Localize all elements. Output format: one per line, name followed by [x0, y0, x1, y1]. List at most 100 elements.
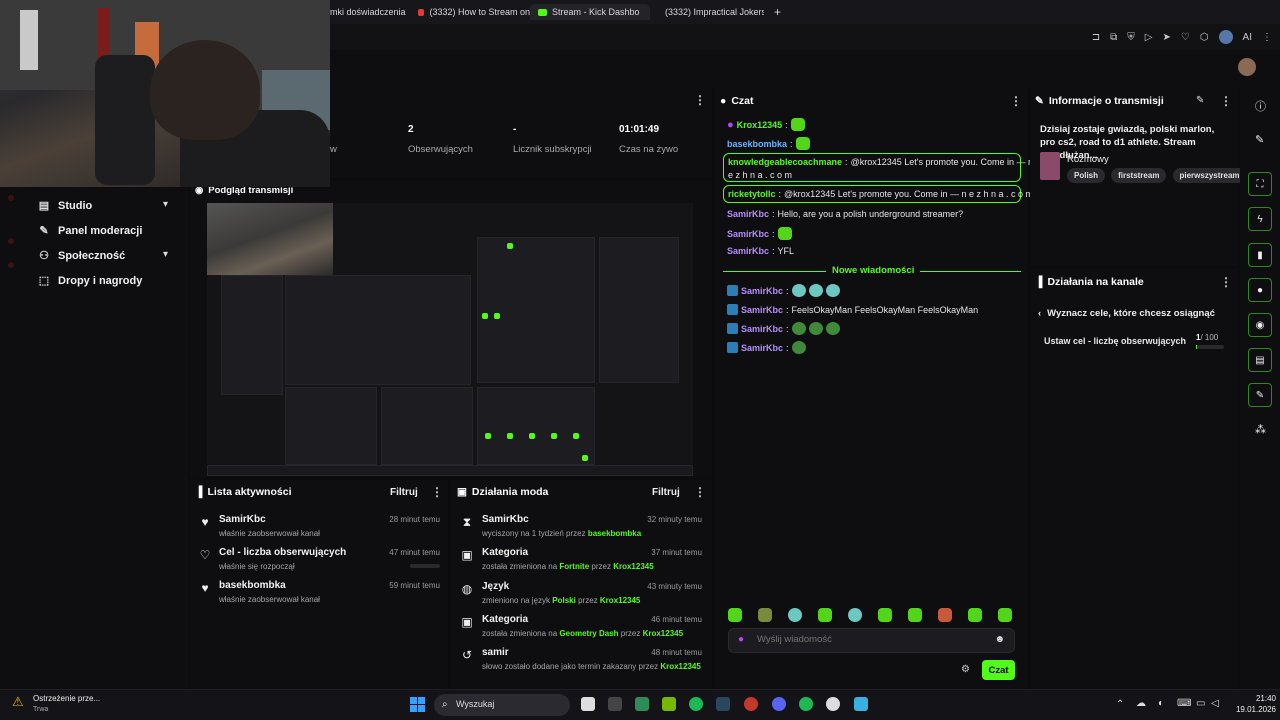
browser-tab[interactable]: (3332) Impractical Jokers	[660, 4, 764, 20]
discord-icon[interactable]	[772, 697, 786, 711]
emoji-icon[interactable]: ☻	[994, 634, 1005, 645]
chat-message: SamirKbc: YFL	[727, 246, 795, 256]
app-icon[interactable]	[635, 697, 649, 711]
chat-input[interactable]	[757, 634, 977, 645]
tray-icon[interactable]: ☁	[1136, 698, 1146, 709]
emote-button[interactable]	[758, 608, 772, 622]
info-circle-icon[interactable]: ⓘ	[1255, 98, 1266, 114]
stream-preview[interactable]	[207, 203, 693, 476]
spotify-icon[interactable]	[689, 697, 703, 711]
rail-lightning-button[interactable]: ϟ	[1248, 207, 1272, 231]
tray-chevron-icon[interactable]: ⌃	[1116, 699, 1124, 710]
emote-button[interactable]	[938, 608, 952, 622]
profile-icon[interactable]	[1218, 30, 1233, 44]
activity-filter-button[interactable]: Filtruj	[390, 487, 418, 498]
edit-icon[interactable]: ✎	[1196, 95, 1204, 106]
tag-pill[interactable]: firststream	[1111, 168, 1167, 183]
goal-label[interactable]: Ustaw cel - liczbę obserwujących	[1044, 336, 1186, 346]
sidebar-item-community[interactable]: ⚇ Społeczność	[38, 249, 125, 263]
chat-input-box[interactable]: ● ☻	[728, 628, 1015, 653]
share-icon[interactable]: ⁂	[1255, 423, 1266, 436]
chat-username[interactable]: SamirKbc	[727, 229, 769, 239]
sidebar-item-moderation[interactable]: ✎ Panel moderacji	[38, 224, 142, 238]
tray-icon[interactable]: ◐	[1158, 698, 1164, 709]
shield-icon[interactable]: ⛨	[1127, 32, 1135, 43]
steam-icon[interactable]	[716, 697, 730, 711]
rail-layout-button[interactable]: ▤	[1248, 348, 1272, 372]
task-view-icon[interactable]	[581, 697, 595, 711]
chat-send-button[interactable]: Czat	[982, 660, 1015, 680]
emote-button[interactable]	[788, 608, 802, 622]
rail-chat-button[interactable]: ●	[1248, 278, 1272, 302]
sidebar-item-studio[interactable]: ▤ Studio	[38, 199, 92, 213]
ai-button[interactable]: AI	[1243, 32, 1252, 43]
sidebar-item-drops[interactable]: ⬚ Dropy i nagrody	[38, 274, 143, 288]
emote-button[interactable]	[908, 608, 922, 622]
taskbar-search[interactable]: ⌕ Wyszukaj	[434, 694, 570, 716]
obs-icon[interactable]	[826, 697, 840, 711]
chat-menu-icon[interactable]: ⋮	[1010, 94, 1022, 108]
stats-menu-icon[interactable]: ⋮	[694, 93, 706, 107]
chat-username[interactable]: SamirKbc	[727, 209, 769, 219]
chat-username[interactable]: Krox12345	[737, 120, 783, 130]
rail-capture-button[interactable]: ⛶	[1248, 172, 1272, 196]
keyboard-icon[interactable]: ⌨	[1177, 698, 1191, 709]
info-menu-icon[interactable]: ⋮	[1220, 94, 1232, 108]
user-avatar[interactable]	[1238, 58, 1256, 76]
chat-username[interactable]: SamirKbc	[741, 305, 783, 315]
mic-icon[interactable]: ●	[738, 634, 744, 645]
mod-item-sub-mid: przez	[578, 596, 598, 605]
chat-username[interactable]: basekbombka	[727, 139, 787, 149]
send-icon[interactable]: ➤	[1162, 32, 1170, 43]
capture-icon[interactable]: ⧉	[1110, 32, 1117, 43]
emote-button[interactable]	[968, 608, 982, 622]
play-icon[interactable]: ▷	[1145, 32, 1153, 43]
monitor-icon[interactable]: ▭	[1196, 698, 1205, 709]
chat-username[interactable]: SamirKbc	[741, 286, 783, 296]
chat-username[interactable]: SamirKbc	[741, 343, 783, 353]
mod-item-title: Język	[482, 581, 510, 592]
new-tab-button[interactable]: +	[774, 4, 786, 20]
rail-wrench-button[interactable]: ✎	[1248, 383, 1272, 407]
goal-back-link[interactable]: ‹ Wyznacz cele, które chcesz osiągnąć	[1038, 308, 1215, 319]
browser-tab-active[interactable]: Stream - Kick Dashbo	[530, 4, 650, 20]
notification-title[interactable]: Ostrzeżenie prze...	[33, 694, 100, 703]
emote-button[interactable]	[848, 608, 862, 622]
settings-gear-icon[interactable]: ⚙	[961, 664, 970, 675]
chevron-down-icon[interactable]: ▾	[163, 199, 168, 210]
app-icon[interactable]	[854, 697, 868, 711]
actions-menu-icon[interactable]: ⋮	[1220, 275, 1232, 289]
rail-broadcast-button[interactable]: ◉	[1248, 313, 1272, 337]
emote-button[interactable]	[728, 608, 742, 622]
nvidia-icon[interactable]	[662, 697, 676, 711]
opera-icon[interactable]	[744, 697, 758, 711]
heart-icon[interactable]: ♡	[1181, 32, 1190, 43]
emote-button[interactable]	[878, 608, 892, 622]
clock[interactable]: 21:40 19.01.2026	[1232, 694, 1276, 714]
chevron-down-icon[interactable]: ▾	[163, 249, 168, 260]
chat-username[interactable]: ricketytollc	[728, 189, 776, 199]
emote-button[interactable]	[998, 608, 1012, 622]
chat-username[interactable]: SamirKbc	[741, 324, 783, 334]
spotify-icon[interactable]	[799, 697, 813, 711]
mod-filter-button[interactable]: Filtruj	[652, 487, 680, 498]
tag-pill[interactable]: Polish	[1067, 168, 1106, 183]
windows-start-icon[interactable]	[410, 697, 426, 713]
browser-tab[interactable]: (3332) How to Stream on	[418, 4, 530, 20]
activity-menu-icon[interactable]: ⋮	[431, 485, 443, 499]
bookmark-icon[interactable]: ⊐	[1092, 32, 1100, 43]
category-name[interactable]: Rozmowy	[1067, 154, 1109, 165]
menu-icon[interactable]: ⋮	[1262, 32, 1272, 43]
pencil-icon[interactable]: ✎	[1255, 133, 1264, 146]
chat-username[interactable]: knowledgeablecoachmane	[728, 157, 842, 167]
tag-pill[interactable]: pierwszystream	[1172, 168, 1247, 183]
mod-menu-icon[interactable]: ⋮	[694, 485, 706, 499]
rail-page-button[interactable]: ▮	[1248, 243, 1272, 267]
chat-title: Czat	[731, 95, 754, 107]
app-icon[interactable]	[608, 697, 622, 711]
browser-tab[interactable]: mki doświadczenia ✕	[330, 4, 408, 20]
emote-button[interactable]	[818, 608, 832, 622]
chat-username[interactable]: SamirKbc	[727, 246, 769, 256]
volume-icon[interactable]: ◁	[1211, 698, 1219, 709]
extensions-icon[interactable]: ⬡	[1200, 32, 1209, 43]
